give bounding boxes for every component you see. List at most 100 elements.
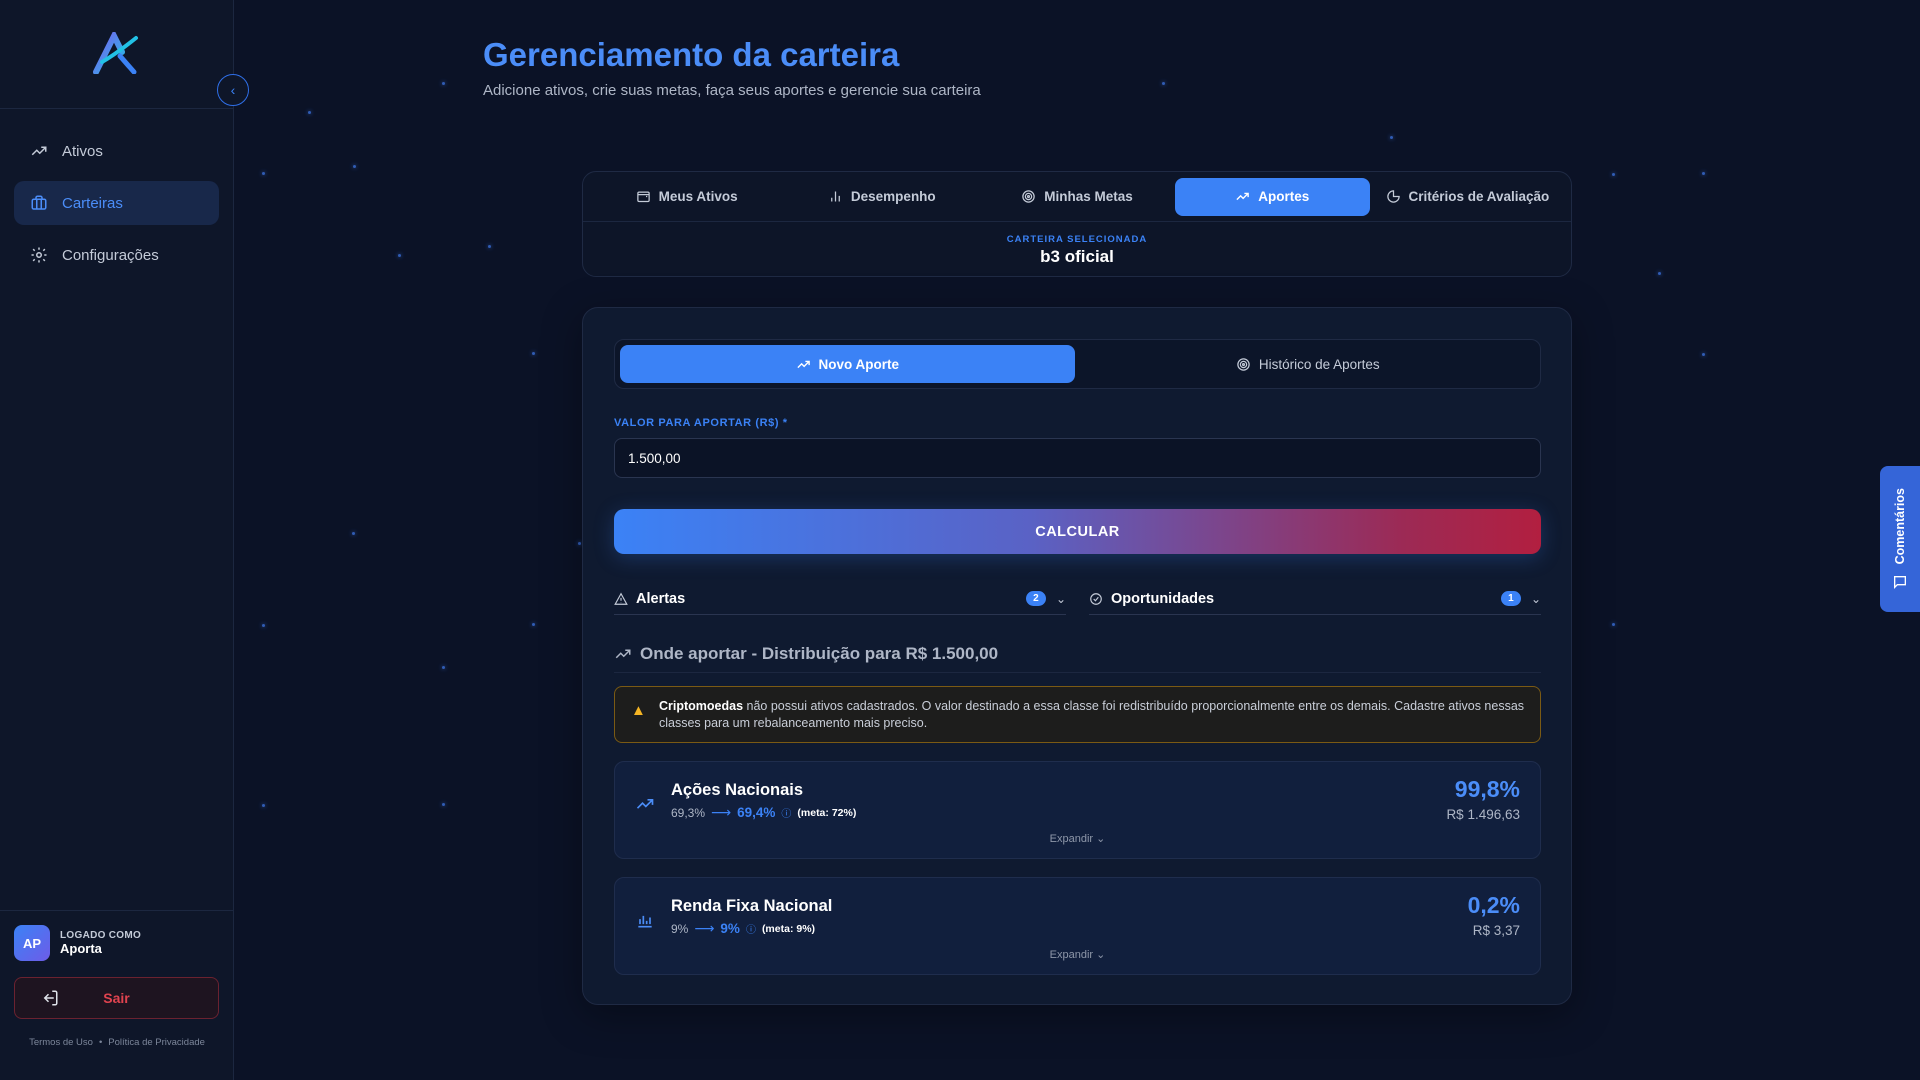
sidebar-item-ativos[interactable]: Ativos <box>14 129 219 173</box>
allocation-from: 69,3% <box>671 805 706 820</box>
arrow-right-icon: ⟶ <box>711 804 732 820</box>
info-icon[interactable]: ⓘ <box>781 805 791 820</box>
logout-icon <box>41 989 59 1010</box>
asset-class-name: Ações Nacionais <box>671 781 804 799</box>
wallet-icon <box>636 191 650 203</box>
asset-class-card: Ações Nacionais 69,3% ⟶ 69,4% ⓘ (meta: 7… <box>614 761 1541 859</box>
message-icon <box>1894 576 1906 590</box>
chevron-down-icon: ⌄ <box>1530 591 1541 606</box>
chevron-down-icon: ⌄ <box>1096 949 1106 961</box>
comments-button[interactable]: Comentários <box>1880 466 1920 612</box>
distribution-heading: Onde aportar - Distribuição para R$ 1.50… <box>614 635 1541 673</box>
selected-wallet-name: b3 oficial <box>1040 247 1114 266</box>
warning-banner: ▲ Criptomoedas não possui ativos cadastr… <box>614 686 1541 743</box>
tab-criterios-avaliacao[interactable]: Critérios de Avaliação <box>1370 178 1565 216</box>
tab-aportes[interactable]: Aportes <box>1174 177 1370 216</box>
pie-chart-icon <box>1386 190 1400 203</box>
alerts-accordion[interactable]: Alertas 2 ⌄ <box>614 583 1066 615</box>
chevron-down-icon: ⌄ <box>1055 591 1066 606</box>
aporte-subtabs: Novo Aporte Histórico de Aportes <box>614 339 1541 389</box>
user-info: AP LOGADO COMO Aporta <box>14 925 220 961</box>
logged-as-label: LOGADO COMO <box>60 930 142 941</box>
aporte-card: Novo Aporte Histórico de Aportes VALOR P… <box>582 307 1572 1005</box>
sidebar: ‹ Ativos Carteiras Configurações AP LOGA… <box>0 0 249 1080</box>
tab-minhas-metas[interactable]: Minhas Metas <box>979 178 1174 216</box>
privacy-link[interactable]: Política de Privacidade <box>108 1037 205 1048</box>
asset-class-card: Renda Fixa Nacional 9% ⟶ 9% ⓘ (meta: 9%)… <box>614 877 1541 975</box>
user-box: AP LOGADO COMO Aporta Sair Termos de Uso… <box>0 910 234 1080</box>
footer-separator: • <box>98 1037 103 1048</box>
arrow-right-icon: ⟶ <box>694 920 715 936</box>
wallet-tabs-card: Meus Ativos Desempenho Minhas Metas Apor… <box>582 171 1572 277</box>
info-icon[interactable]: ⓘ <box>746 921 756 936</box>
alerts-title: Alertas <box>636 590 686 607</box>
logo-area: ‹ <box>0 0 249 109</box>
warning-icon <box>614 592 628 605</box>
allocation-amount: R$ 1.496,63 <box>1446 807 1520 822</box>
asset-class-name: Renda Fixa Nacional <box>671 897 833 915</box>
allocation-to: 69,4% <box>737 805 776 820</box>
collapse-sidebar-button[interactable]: ‹ <box>217 74 249 106</box>
selected-wallet-label: CARTEIRA SELECIONADA <box>1006 234 1148 245</box>
opportunities-accordion[interactable]: Oportunidades 1 ⌄ <box>1089 583 1541 615</box>
sidebar-item-configuracoes[interactable]: Configurações <box>14 233 219 277</box>
bar-chart-icon <box>831 191 840 202</box>
user-name: Aporta <box>60 941 102 956</box>
chevron-down-icon: ⌄ <box>1096 833 1106 845</box>
allocation-goal: (meta: 9%) <box>761 922 816 935</box>
warning-text: não possui ativos cadastrados. O valor d… <box>659 699 1525 730</box>
check-circle-icon <box>1090 592 1102 605</box>
trending-up-icon <box>796 360 810 368</box>
tab-label: Desempenho <box>850 189 936 204</box>
subtab-novo-aporte[interactable]: Novo Aporte <box>620 345 1075 383</box>
opportunities-count-badge: 1 <box>1500 591 1521 606</box>
subtab-historico-aportes[interactable]: Histórico de Aportes <box>1081 345 1536 383</box>
tab-label: Critérios de Avaliação <box>1408 189 1550 204</box>
allocation-goal: (meta: 72%) <box>797 806 857 819</box>
trending-up-icon <box>1236 192 1250 201</box>
allocation-to: 9% <box>720 921 740 936</box>
gear-icon <box>31 247 47 263</box>
sidebar-item-label: Configurações <box>62 246 159 264</box>
bar-chart-icon <box>635 910 655 935</box>
trending-up-icon <box>31 146 47 156</box>
warning-class: Criptomoedas <box>659 699 744 713</box>
tab-label: Minhas Metas <box>1044 189 1133 204</box>
footer-links: Termos de Uso • Política de Privacidade <box>14 1037 220 1048</box>
tab-meus-ativos[interactable]: Meus Ativos <box>589 178 784 216</box>
opportunities-title: Oportunidades <box>1111 590 1215 607</box>
tab-label: Meus Ativos <box>658 189 738 204</box>
trending-up-icon <box>615 649 631 658</box>
terms-link[interactable]: Termos de Uso <box>29 1037 93 1048</box>
page-subtitle: Adicione ativos, crie suas metas, faça s… <box>483 82 981 99</box>
sidebar-item-label: Carteiras <box>62 194 123 212</box>
calculate-button[interactable]: CALCULAR <box>614 509 1541 554</box>
allocation-percent: 0,2% <box>1467 892 1520 918</box>
logout-button[interactable]: Sair <box>14 977 219 1019</box>
comments-label: Comentários <box>1893 487 1907 565</box>
tab-bar: Meus Ativos Desempenho Minhas Metas Apor… <box>583 172 1571 222</box>
expand-label: Expandir <box>1049 949 1094 961</box>
subtab-label: Histórico de Aportes <box>1258 356 1380 372</box>
target-icon <box>1022 190 1035 203</box>
target-icon <box>1237 357 1250 371</box>
aporte-value-input[interactable] <box>614 438 1541 478</box>
allocation-progress: 69,3% ⟶ 69,4% ⓘ (meta: 72%) <box>671 804 856 821</box>
allocation-from: 9% <box>671 921 689 936</box>
page-title: Gerenciamento da carteira <box>483 36 900 73</box>
allocation-progress: 9% ⟶ 9% ⓘ (meta: 9%) <box>671 920 815 937</box>
tab-desempenho[interactable]: Desempenho <box>784 178 979 216</box>
subtab-label: Novo Aporte <box>818 356 900 372</box>
expand-button[interactable]: Expandir ⌄ <box>615 948 1540 961</box>
tab-label: Aportes <box>1258 189 1310 204</box>
app-logo <box>93 32 138 74</box>
alerts-count-badge: 2 <box>1025 591 1046 606</box>
expand-button[interactable]: Expandir ⌄ <box>615 832 1540 845</box>
avatar: AP <box>14 925 50 961</box>
sidebar-item-carteiras[interactable]: Carteiras <box>14 181 219 225</box>
sidebar-item-label: Ativos <box>62 142 103 160</box>
sidebar-nav: Ativos Carteiras Configurações <box>0 109 233 305</box>
chevron-left-icon: ‹ <box>230 82 236 98</box>
warning-icon: ▲ <box>631 702 646 719</box>
briefcase-icon <box>31 195 47 210</box>
